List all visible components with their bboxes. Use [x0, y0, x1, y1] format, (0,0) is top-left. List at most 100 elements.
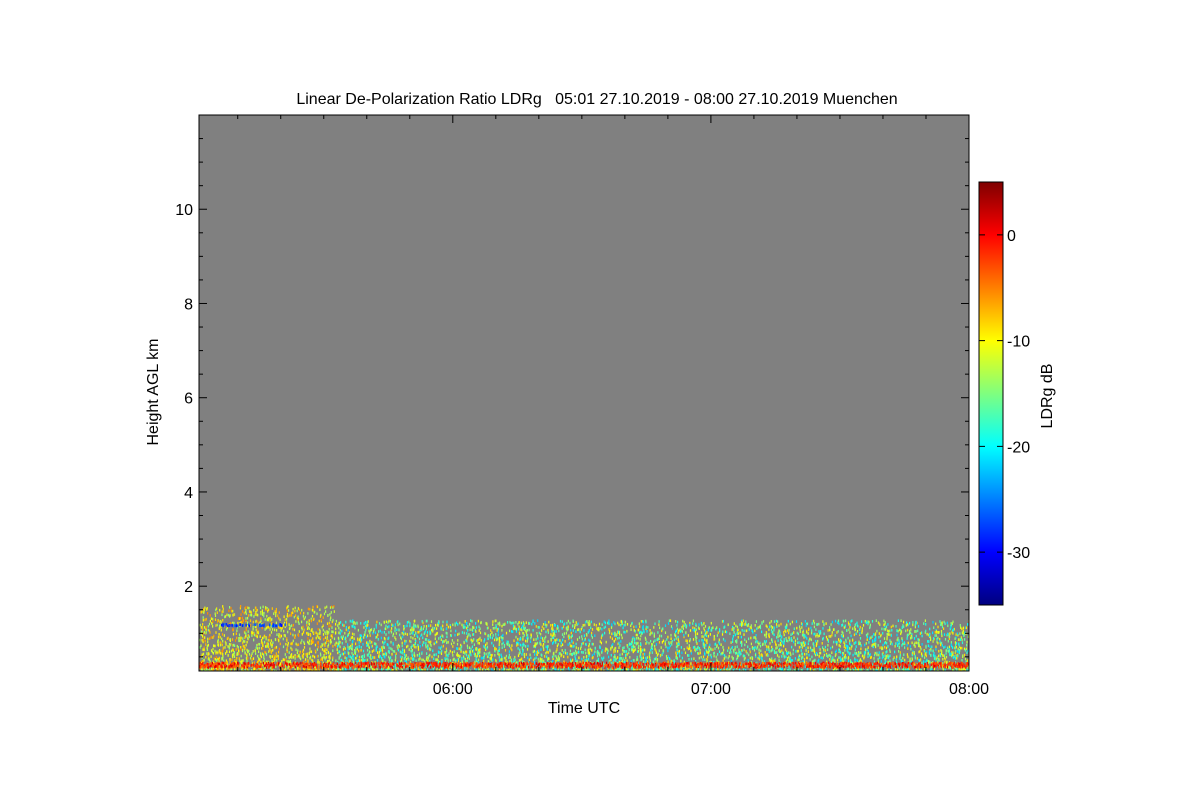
heat-cell [497, 652, 499, 656]
heat-cell [791, 659, 793, 662]
heat-cell [455, 621, 458, 625]
heat-cell [455, 629, 457, 633]
heat-cell [381, 648, 383, 651]
heat-cell [655, 667, 657, 671]
heat-cell [270, 639, 272, 642]
heat-cell [788, 655, 790, 659]
heat-cell [352, 625, 354, 628]
heat-cell [508, 656, 510, 659]
heat-cell [859, 625, 861, 629]
heat-cell [434, 637, 436, 640]
heat-cell [486, 642, 488, 645]
heat-cell [419, 641, 421, 644]
heat-cell [954, 657, 956, 660]
heat-cell [921, 661, 923, 665]
heat-cell [952, 646, 954, 649]
heat-cell [921, 643, 923, 646]
heat-cell [959, 632, 961, 635]
heat-cell [624, 631, 626, 634]
heat-cell [754, 653, 757, 657]
heat-cell [920, 647, 922, 651]
heat-cell [865, 642, 867, 645]
heat-cell [523, 627, 525, 630]
heat-cell [434, 633, 436, 637]
heat-cell [360, 622, 362, 625]
heat-cell [749, 656, 751, 660]
heat-cell [430, 620, 433, 623]
heat-cell [915, 634, 917, 638]
heat-cell [540, 632, 542, 636]
heat-cell [588, 623, 590, 627]
heat-cell [736, 628, 739, 632]
heat-cell [934, 634, 936, 637]
heat-cell [591, 636, 593, 639]
heat-cell [798, 655, 800, 659]
heat-cell [831, 620, 833, 624]
heat-cell [755, 640, 757, 644]
heat-cell [620, 620, 622, 623]
heat-cell [257, 647, 259, 650]
heat-cell [885, 651, 887, 654]
heat-cell [719, 642, 721, 645]
heat-cell [701, 638, 703, 642]
heat-cell [701, 623, 703, 627]
heat-cell [620, 623, 622, 627]
heat-cell [382, 659, 384, 662]
heat-cell [371, 650, 373, 653]
heat-cell [623, 630, 625, 634]
heat-cell [576, 638, 579, 641]
heat-cell [704, 625, 707, 628]
heat-cell [776, 623, 778, 626]
heat-cell [392, 632, 395, 636]
heat-cell [930, 654, 932, 657]
heat-cell [667, 622, 670, 625]
heat-cell [562, 625, 565, 629]
heat-cell [780, 643, 782, 647]
heat-cell [692, 646, 695, 649]
heat-cell [808, 628, 810, 632]
heat-cell [551, 634, 553, 638]
heat-cell [345, 659, 347, 663]
heat-cell [921, 631, 923, 634]
heat-cell [859, 637, 862, 640]
heat-cell [204, 639, 206, 643]
heat-cell [566, 652, 568, 656]
heat-cell [230, 606, 232, 610]
heat-cell [559, 619, 562, 623]
heat-cell [726, 630, 728, 634]
heat-cell [794, 657, 796, 660]
heat-cell [236, 636, 238, 640]
heat-cell [669, 657, 671, 661]
heat-cell [479, 636, 481, 640]
heat-cell [635, 625, 637, 628]
heat-cell [932, 640, 934, 643]
heat-cell [801, 623, 803, 626]
heat-cell [713, 654, 715, 658]
heat-cell [629, 656, 631, 659]
heat-cell [560, 641, 562, 645]
heat-cell [649, 659, 651, 662]
heat-cell [682, 624, 684, 628]
heat-cell [623, 624, 625, 627]
heat-cell [927, 640, 929, 643]
heat-cell [461, 623, 463, 627]
heat-cell [492, 658, 494, 661]
heat-cell [802, 633, 804, 637]
heat-cell [382, 640, 384, 644]
heat-cell [806, 652, 808, 656]
heat-cell [743, 648, 745, 652]
heat-cell [653, 626, 655, 629]
heat-cell [831, 645, 834, 649]
heat-cell [542, 637, 544, 640]
heat-cell [536, 653, 538, 656]
heat-cell [639, 625, 641, 628]
heat-cell [961, 659, 963, 662]
heat-cell [799, 627, 801, 631]
heat-cell [645, 625, 647, 629]
heat-cell [294, 654, 296, 657]
heat-cell [507, 640, 509, 644]
heat-cell [956, 632, 958, 635]
heat-cell [397, 620, 399, 623]
heat-cell [813, 642, 815, 646]
heat-cell [519, 632, 521, 635]
